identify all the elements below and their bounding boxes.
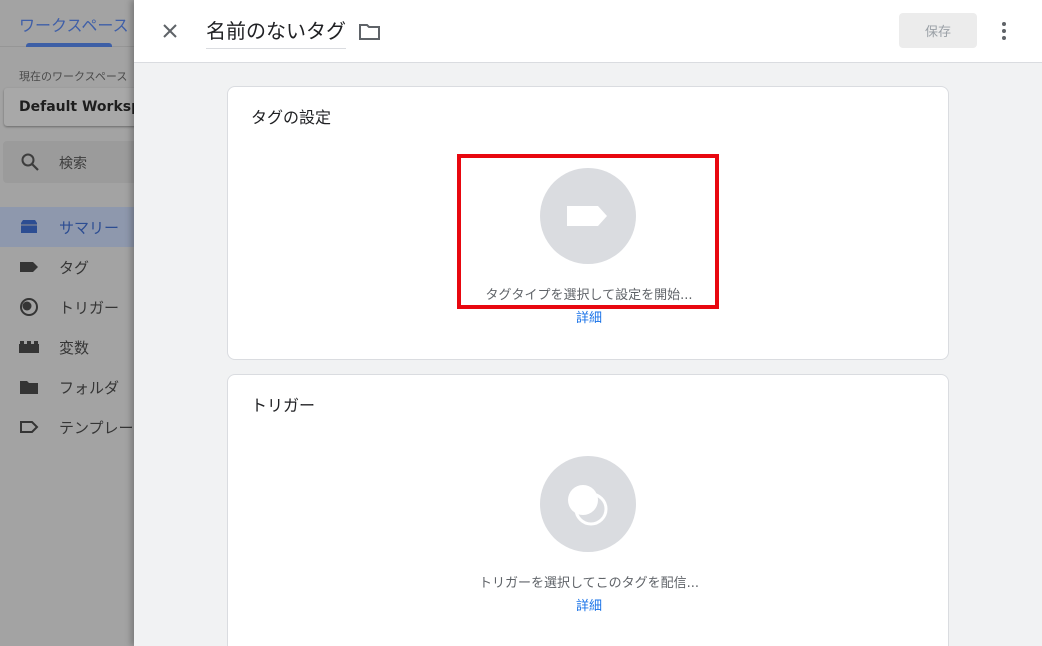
search-box: 検索 [3, 141, 134, 183]
tag-editor-panel: 名前のないタグ 保存 タグの設定 タグタイプを選択して設定を開始... 詳細 ト… [134, 0, 1042, 646]
sidebar-item-triggers: トリガー [0, 287, 134, 327]
triggering-card[interactable]: トリガー トリガーを選択してこのタグを配信... 詳細 [227, 374, 949, 646]
triggering-title: トリガー [251, 396, 316, 415]
tag-configuration-title: タグの設定 [251, 108, 332, 127]
background-topbar: ワークスペース [0, 0, 134, 47]
more-vert-icon [996, 22, 1012, 40]
template-icon [20, 421, 39, 433]
current-workspace-label: 現在のワークスペース [19, 70, 128, 83]
sidebar-item-label: トリガー [59, 299, 120, 317]
tag-name-input[interactable]: 名前のないタグ [206, 15, 346, 49]
trigger-icon [20, 298, 38, 316]
sidebar-item-variables: 変数 [0, 327, 134, 367]
trigger-hint: トリガーを選択してこのタグを配信... [478, 576, 699, 591]
folder-button[interactable] [358, 21, 382, 43]
tag-type-hint: タグタイプを選択して設定を開始... [485, 288, 693, 303]
folder-icon [20, 381, 38, 394]
sidebar-item-label: テンプレート [59, 419, 134, 437]
close-button[interactable] [156, 17, 184, 45]
more-menu-button[interactable] [996, 19, 1012, 43]
tag-configuration-card[interactable]: タグの設定 タグタイプを選択して設定を開始... 詳細 [227, 86, 949, 360]
tag-icon [20, 262, 38, 272]
sidebar-item-folders: フォルダ [0, 367, 134, 407]
trigger-placeholder[interactable] [540, 456, 636, 552]
sidebar-item-label: タグ [59, 259, 90, 277]
panel-header: 名前のないタグ 保存 [134, 0, 1042, 63]
tag-type-placeholder[interactable] [540, 168, 636, 264]
sidebar-item-label: サマリー [59, 219, 120, 237]
sidebar-item-templates: テンプレート [0, 407, 134, 447]
trigger-learn-more-link[interactable]: 詳細 [228, 595, 950, 614]
workspace-name: Default Workspace [19, 99, 134, 115]
close-icon [163, 24, 177, 38]
sidebar-item-label: フォルダ [59, 379, 120, 397]
workspace-selector: Default Workspace [4, 88, 134, 126]
folder-outline-icon [359, 24, 380, 40]
summary-icon [21, 220, 37, 233]
sidebar-item-tags: タグ [0, 247, 134, 287]
search-icon [21, 153, 39, 171]
sidebar-item-label: 変数 [59, 339, 90, 357]
workspace-tab-underline [26, 43, 112, 47]
save-button[interactable]: 保存 [899, 13, 977, 48]
variables-icon [19, 341, 39, 353]
trigger-icon [568, 485, 608, 526]
tag-icon [567, 206, 607, 226]
background-sidebar: ワークスペース 現在のワークスペース Default Workspace 検索 … [0, 0, 134, 646]
search-label: 検索 [59, 156, 87, 172]
workspace-tab: ワークスペース [19, 16, 129, 35]
sidebar-item-summary: サマリー [0, 207, 134, 247]
tag-learn-more-link[interactable]: 詳細 [228, 307, 950, 326]
